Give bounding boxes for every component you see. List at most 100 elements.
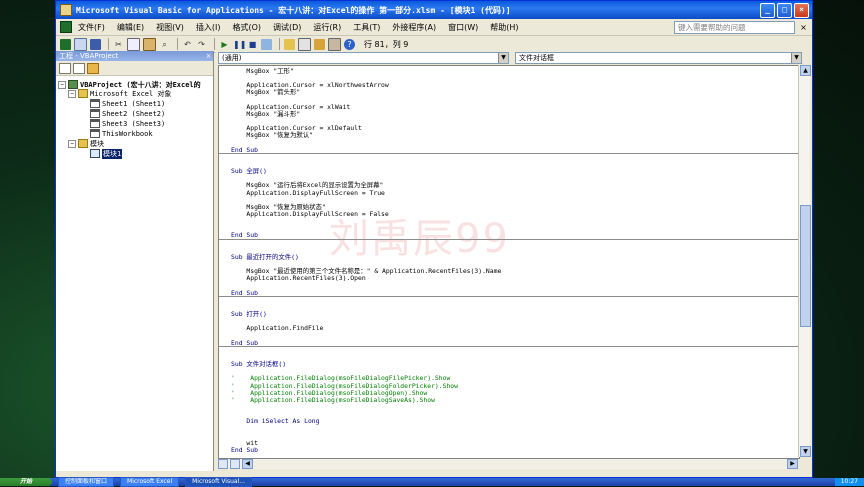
- collapse-icon[interactable]: −: [58, 80, 66, 89]
- view-object-icon[interactable]: [73, 62, 85, 74]
- run-icon[interactable]: ▶: [219, 39, 230, 50]
- system-tray-clock: 10:27: [834, 478, 864, 486]
- view-code-icon[interactable]: [59, 62, 71, 74]
- copy-icon[interactable]: [127, 37, 140, 51]
- horizontal-scrollbar[interactable]: ◀ ▶: [218, 459, 798, 469]
- scroll-up-icon[interactable]: ▲: [800, 65, 811, 76]
- undo-icon[interactable]: ↶: [182, 39, 193, 50]
- code-line[interactable]: Dim iSelect As Long: [231, 417, 319, 425]
- vba-editor-window: Microsoft Visual Basic for Applications …: [55, 0, 813, 478]
- procedure-separator: [219, 295, 799, 297]
- tree-node-excel-objects[interactable]: − Microsoft Excel 对象: [68, 89, 171, 98]
- vba-app-icon: [60, 4, 72, 16]
- menu-bar: 文件(F) 编辑(E) 视图(V) 插入(I) 格式(O) 调试(D) 运行(R…: [56, 19, 812, 36]
- tree-node-sheet2[interactable]: Sheet2 (Sheet2): [90, 109, 165, 118]
- code-line[interactable]: Application.DisplayFullScreen = False: [231, 210, 388, 218]
- reset-icon[interactable]: ■: [247, 39, 258, 50]
- help-search-input[interactable]: 键入需要帮助的问题: [674, 20, 795, 34]
- procedure-separator: [219, 238, 799, 240]
- chevron-down-icon[interactable]: ▼: [498, 52, 508, 63]
- taskbar: 开始 控制面板和窗口 Microsoft Excel Microsoft Vis…: [0, 477, 864, 487]
- object-dropdown[interactable]: (通用) ▼: [218, 51, 509, 64]
- folder-icon: [78, 139, 88, 148]
- menu-view[interactable]: 视图(V): [156, 22, 184, 33]
- help-icon[interactable]: ?: [344, 38, 355, 50]
- module-icon: [90, 149, 100, 158]
- menu-window[interactable]: 窗口(W): [448, 22, 478, 33]
- close-button[interactable]: ×: [794, 2, 809, 18]
- procedure-separator: [219, 345, 799, 347]
- procedure-dropdown[interactable]: 文件对话框 ▼: [515, 51, 802, 64]
- redo-icon[interactable]: ↷: [196, 39, 207, 50]
- code-line[interactable]: Application.FindFile: [231, 324, 323, 332]
- code-dropdown-bar: (通用) ▼ 文件对话框 ▼: [216, 51, 812, 64]
- horizontal-track[interactable]: [253, 460, 787, 468]
- find-icon[interactable]: ⌕: [159, 39, 170, 50]
- menu-tools[interactable]: 工具(T): [353, 22, 380, 33]
- code-line[interactable]: MsgBox "工形": [231, 67, 293, 75]
- scroll-thumb[interactable]: [800, 205, 811, 327]
- scroll-down-icon[interactable]: ▼: [800, 446, 811, 457]
- chevron-down-icon[interactable]: ▼: [791, 52, 801, 63]
- procedure-view-icon[interactable]: [218, 459, 228, 469]
- title-bar[interactable]: Microsoft Visual Basic for Applications …: [56, 1, 812, 19]
- code-editor[interactable]: 刘禹辰99 MsgBox "工形" Application.Cursor = x…: [218, 65, 800, 459]
- maximize-button[interactable]: □: [777, 2, 792, 18]
- menu-run[interactable]: 运行(R): [313, 22, 341, 33]
- toggle-folders-icon[interactable]: [87, 62, 99, 74]
- cut-icon[interactable]: ✂: [113, 39, 124, 50]
- menu-insert[interactable]: 插入(I): [196, 22, 221, 33]
- code-line[interactable]: MsgBox "恢复为默认": [231, 131, 313, 139]
- break-icon[interactable]: ❚❚: [233, 39, 246, 50]
- worksheet-icon: [90, 119, 100, 128]
- worksheet-icon: [90, 99, 100, 108]
- close-icon[interactable]: ×: [204, 51, 213, 61]
- collapse-icon[interactable]: −: [68, 89, 76, 98]
- minimize-button[interactable]: _: [760, 2, 775, 18]
- full-module-view-icon[interactable]: [230, 459, 240, 469]
- menu-help[interactable]: 帮助(H): [490, 22, 518, 33]
- code-line[interactable]: End Sub: [231, 446, 258, 454]
- code-line[interactable]: Application.DisplayFullScreen = True: [231, 189, 385, 197]
- paste-icon[interactable]: [143, 37, 156, 51]
- object-browser-icon[interactable]: [314, 38, 325, 50]
- tree-node-thisworkbook[interactable]: ThisWorkbook: [90, 129, 153, 138]
- properties-icon[interactable]: [298, 37, 311, 51]
- code-line[interactable]: Sub 最近打开的文件(): [231, 253, 299, 261]
- close-icon[interactable]: ×: [799, 23, 808, 32]
- excel-icon[interactable]: [60, 21, 72, 33]
- view-excel-icon[interactable]: [60, 38, 71, 50]
- vertical-scrollbar[interactable]: ▲ ▼: [798, 65, 811, 457]
- scroll-right-icon[interactable]: ▶: [787, 459, 798, 469]
- menu-debug[interactable]: 调试(D): [273, 22, 301, 33]
- scroll-left-icon[interactable]: ◀: [242, 459, 253, 469]
- worksheet-icon: [90, 109, 100, 118]
- code-line[interactable]: Application.RecentFiles(3).Open: [231, 274, 365, 282]
- tree-node-sheet3[interactable]: Sheet3 (Sheet3): [90, 119, 165, 128]
- code-line[interactable]: ' Application.FileDialog(msoFileDialogSa…: [231, 396, 435, 404]
- menu-file[interactable]: 文件(F): [78, 22, 105, 33]
- save-icon[interactable]: [90, 38, 101, 50]
- code-line[interactable]: Sub 文件对话框(): [231, 360, 286, 368]
- code-line[interactable]: MsgBox "漏斗形": [231, 110, 300, 118]
- menu-addins[interactable]: 外接程序(A): [392, 22, 436, 33]
- vbaproject-icon: [68, 80, 78, 89]
- project-explorer-titlebar: 工程 - VBAProject ×: [56, 51, 213, 61]
- code-line[interactable]: MsgBox "箭头形": [231, 88, 300, 96]
- start-button[interactable]: 开始: [0, 478, 52, 486]
- tree-node-modules[interactable]: − 模块: [68, 139, 104, 148]
- folder-icon: [78, 89, 88, 98]
- project-explorer-icon[interactable]: [284, 38, 295, 50]
- design-mode-icon[interactable]: [261, 38, 272, 50]
- code-line[interactable]: Sub 打开(): [231, 310, 267, 318]
- menu-edit[interactable]: 编辑(E): [117, 22, 144, 33]
- menu-format[interactable]: 格式(O): [232, 22, 261, 33]
- collapse-icon[interactable]: −: [68, 139, 76, 148]
- tree-node-module1[interactable]: 模块1: [90, 148, 123, 159]
- tree-node-sheet1[interactable]: Sheet1 (Sheet1): [90, 99, 165, 108]
- code-line[interactable]: Sub 全屏(): [231, 167, 267, 175]
- cursor-position: 行 81，列 9: [364, 39, 409, 49]
- project-explorer-toolbar: [56, 61, 213, 76]
- insert-module-icon[interactable]: [74, 37, 87, 51]
- toolbox-icon[interactable]: [328, 37, 341, 51]
